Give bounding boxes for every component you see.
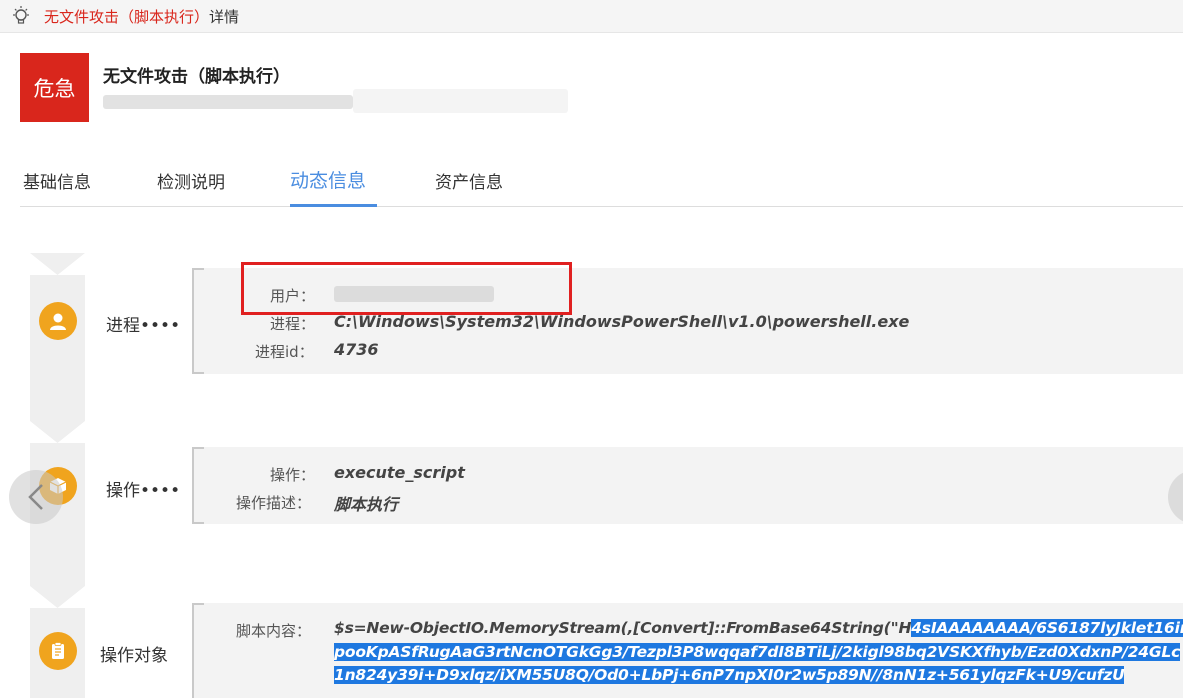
tab-basic-info[interactable]: 基础信息 [23,168,91,193]
card-bracket [192,268,204,374]
row-label-operation: 操作•••• [106,481,181,501]
card-bracket [192,447,204,524]
window-title-alert: 无文件攻击（脚本执行） [44,7,210,26]
tab-detection-notes[interactable]: 检测说明 [157,168,225,193]
script-plain-text: $s=New-ObjectIO.MemoryStream(,[Convert]:… [334,619,912,637]
tab-asset-info[interactable]: 资产信息 [435,168,503,193]
alert-header: 危急 无文件攻击（脚本执行） [20,53,1170,125]
operation-value: execute_script [334,463,465,482]
script-selected-text: pooKpASfRugAaG3rtNcnOTGkGg3/Tezpl3P8wqqa… [334,643,1181,661]
timeline-chevron [30,421,85,443]
operation-label: 操作： [270,466,316,484]
row-label-process: 进程•••• [106,316,181,336]
severity-badge: 危急 [20,53,89,122]
timeline-chevron [30,343,85,365]
tab-dynamic-info[interactable]: 动态信息 [290,166,366,193]
pid-label: 进程id： [255,343,314,361]
card-bracket [192,603,204,698]
timeline-chevron [30,253,85,275]
window-titlebar: 无文件攻击（脚本执行） 详情 [0,0,1183,33]
timeline-chevron [30,586,85,608]
script-selected-text: 4sIAAAAAAAA/6S6187lyJklet16ir [911,619,1183,637]
highlight-box [241,262,572,315]
lightbulb-icon [10,5,32,27]
script-content-line-1: $s=New-ObjectIO.MemoryStream(,[Convert]:… [334,619,1183,637]
script-selected-text: 1n824y39i+D9xlqz/iXM55U8Q/Od0+LbPj+6nP7n… [334,666,1125,684]
tab-bar: 基础信息 检测说明 动态信息 资产信息 [20,160,1183,207]
script-content-label: 脚本内容： [236,622,312,640]
process-path-label: 进程： [270,315,316,333]
row-label-target: 操作对象 [100,646,168,666]
clipboard-icon [39,632,77,670]
window-title-suffix: 详情 [209,7,240,26]
chevron-left-icon [28,484,43,510]
alert-title: 无文件攻击（脚本执行） [103,67,290,87]
user-icon [39,302,77,340]
redacted-subtitle-fade [353,89,568,113]
operation-desc-value: 脚本执行 [334,495,399,514]
script-content-line-2: pooKpASfRugAaG3rtNcnOTGkGg3/Tezpl3P8wqqa… [334,643,1180,661]
active-tab-indicator [290,204,377,207]
operation-desc-label: 操作描述： [236,494,312,512]
prev-arrow-button[interactable] [9,470,63,524]
pid-value: 4736 [334,340,379,359]
redacted-subtitle [103,95,353,109]
script-content-line-3: 1n824y39i+D9xlqz/iXM55U8Q/Od0+LbPj+6nP7n… [334,666,1125,684]
